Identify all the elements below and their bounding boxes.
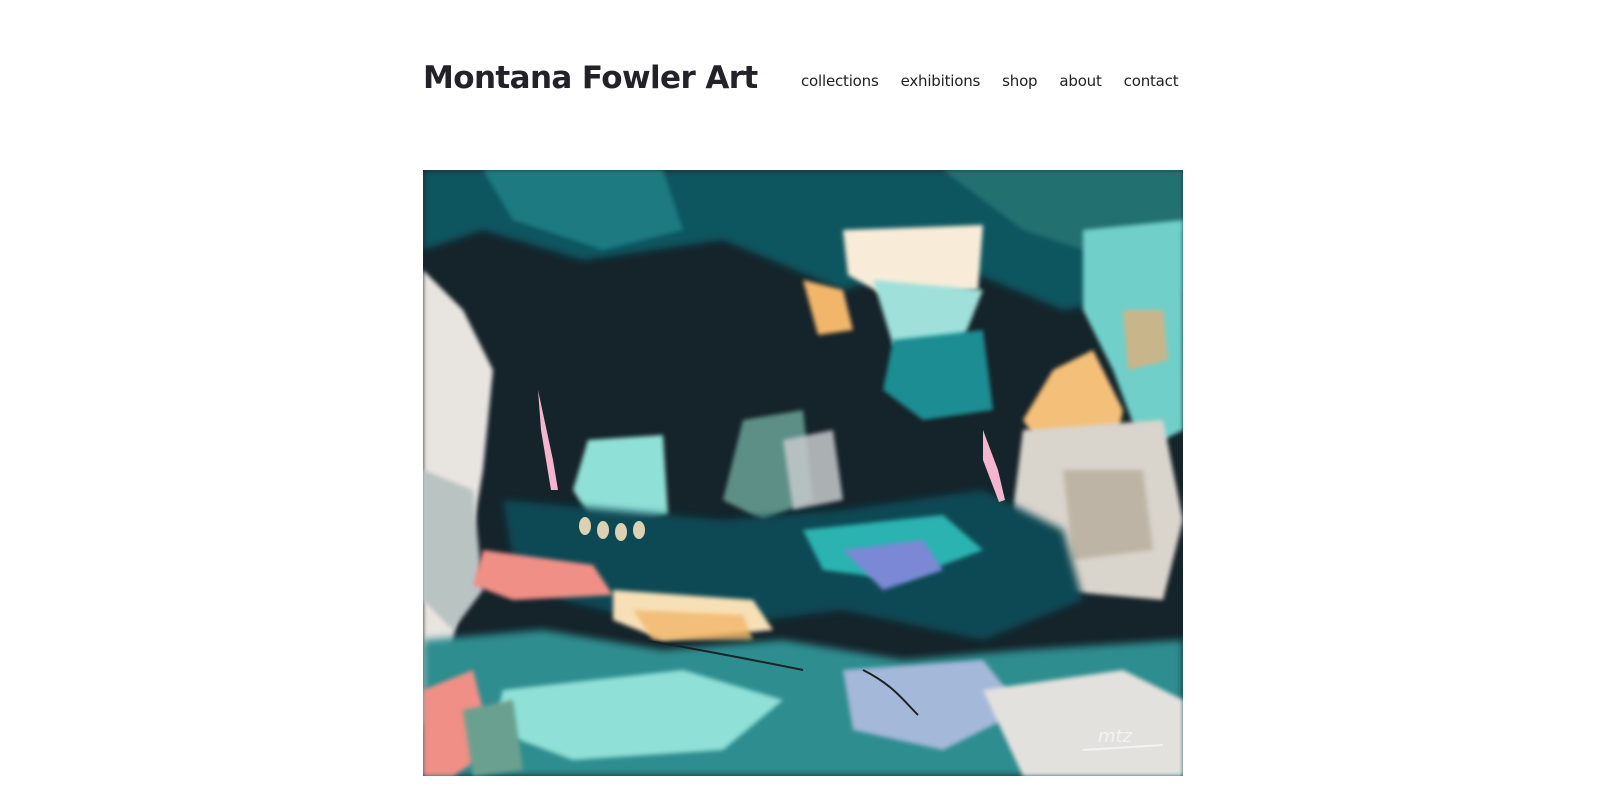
nav-contact-link[interactable]: contact — [1124, 72, 1179, 90]
nav-collections-link[interactable]: collections — [801, 72, 879, 90]
site-header: Montana Fowler Art collections exhibitio… — [423, 58, 1183, 106]
main-nav: collections exhibitions shop about conta… — [801, 72, 1179, 90]
nav-exhibitions-link[interactable]: exhibitions — [901, 72, 981, 90]
site-title[interactable]: Montana Fowler Art — [423, 60, 758, 96]
nav-about-link[interactable]: about — [1059, 72, 1101, 90]
nav-shop-link[interactable]: shop — [1002, 72, 1037, 90]
featured-artwork-image[interactable]: mtz — [423, 170, 1183, 776]
abstract-painting: mtz — [423, 170, 1183, 776]
artist-signature: mtz — [1098, 726, 1133, 747]
